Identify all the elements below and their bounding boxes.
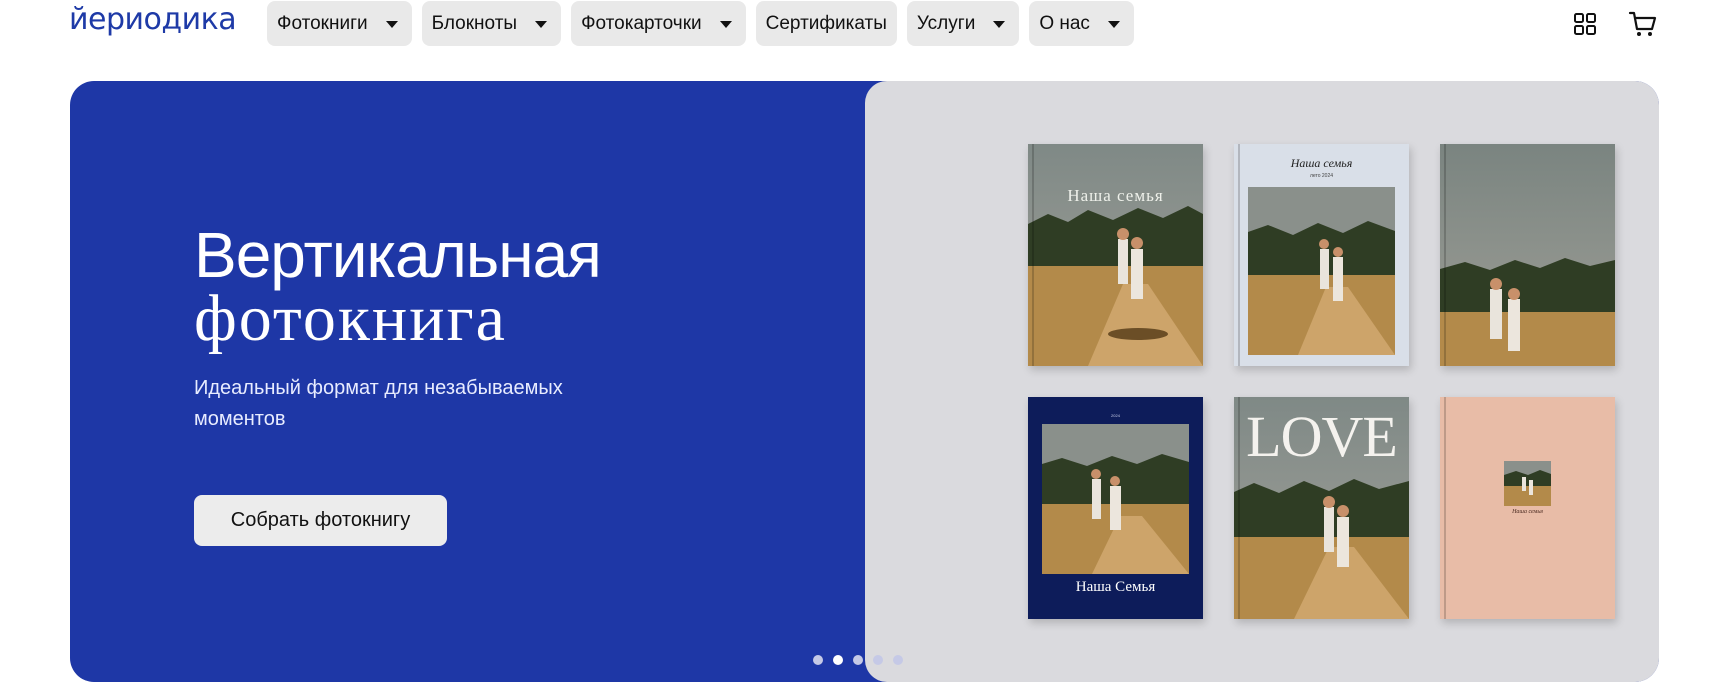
chevron-down-icon — [719, 21, 732, 28]
book-title: Наша Семья — [1075, 579, 1156, 595]
book-cover: Наша семья — [1440, 397, 1615, 619]
chevron-down-icon — [993, 21, 1006, 28]
book-title: LOVE — [1246, 404, 1398, 469]
book-cover — [1440, 144, 1615, 366]
build-photobook-button[interactable]: Собрать фотокнигу — [194, 495, 447, 546]
carousel-dot-active[interactable] — [833, 655, 843, 665]
chevron-down-icon — [535, 21, 548, 28]
chevron-down-icon — [1107, 21, 1120, 28]
nav-item-certificates[interactable]: Сертификаты — [755, 1, 897, 46]
nav-item-photobooks[interactable]: Фотокниги — [267, 1, 412, 46]
hero-title-accent: фотокнига — [194, 282, 507, 355]
nav-item-photocards[interactable]: Фотокарточки — [571, 1, 746, 46]
hero-banner: Вертикальная фотокнига Идеальный формат … — [70, 81, 1659, 682]
book-cover: 2024 Наша Семья — [1028, 397, 1203, 619]
site-header: йериодика Фотокниги Блокноты Фотокарточк… — [0, 0, 1721, 60]
book-cover: Наша семья — [1028, 144, 1203, 366]
hero-subtitle: Идеальный формат для незабываемых момент… — [194, 377, 563, 430]
carousel-dot[interactable] — [873, 655, 883, 665]
hero-image-panel: Наша семья Наша семья лето 2024 2024 Наш… — [865, 81, 1659, 682]
nav-item-label: Фотокарточки — [581, 12, 702, 34]
book-spine — [1444, 397, 1446, 619]
book-title: Наша семья — [1512, 509, 1543, 515]
carousel-pagination — [813, 655, 903, 665]
nav-item-notebooks[interactable]: Блокноты — [421, 1, 562, 46]
nav-item-label: О нас — [1039, 12, 1090, 34]
book-spine — [1032, 144, 1034, 366]
nav-item-label: Сертификаты — [765, 12, 887, 34]
grid-icon[interactable] — [1568, 7, 1602, 41]
logo[interactable]: йериодика — [69, 2, 237, 37]
book-title: Наша семья — [1067, 186, 1164, 205]
main-nav: Фотокниги Блокноты Фотокарточки Сертифик… — [267, 1, 1134, 46]
nav-item-label: Фотокниги — [277, 12, 368, 34]
nav-item-about[interactable]: О нас — [1029, 1, 1134, 46]
carousel-dot[interactable] — [893, 655, 903, 665]
book-cover: LOVE — [1234, 397, 1409, 619]
book-spine — [1444, 144, 1446, 366]
chevron-down-icon — [385, 21, 398, 28]
nav-item-label: Услуги — [916, 12, 976, 34]
book-subtitle: лето 2024 — [1309, 173, 1334, 179]
nav-item-services[interactable]: Услуги — [906, 1, 1020, 46]
carousel-dot[interactable] — [853, 655, 863, 665]
carousel-dot[interactable] — [813, 655, 823, 665]
nav-item-label: Блокноты — [431, 12, 518, 34]
book-title: Наша семья — [1290, 156, 1353, 170]
cart-icon[interactable] — [1626, 7, 1660, 41]
book-subtitle: 2024 — [1111, 413, 1120, 418]
book-cover: Наша семья лето 2024 — [1234, 144, 1409, 366]
